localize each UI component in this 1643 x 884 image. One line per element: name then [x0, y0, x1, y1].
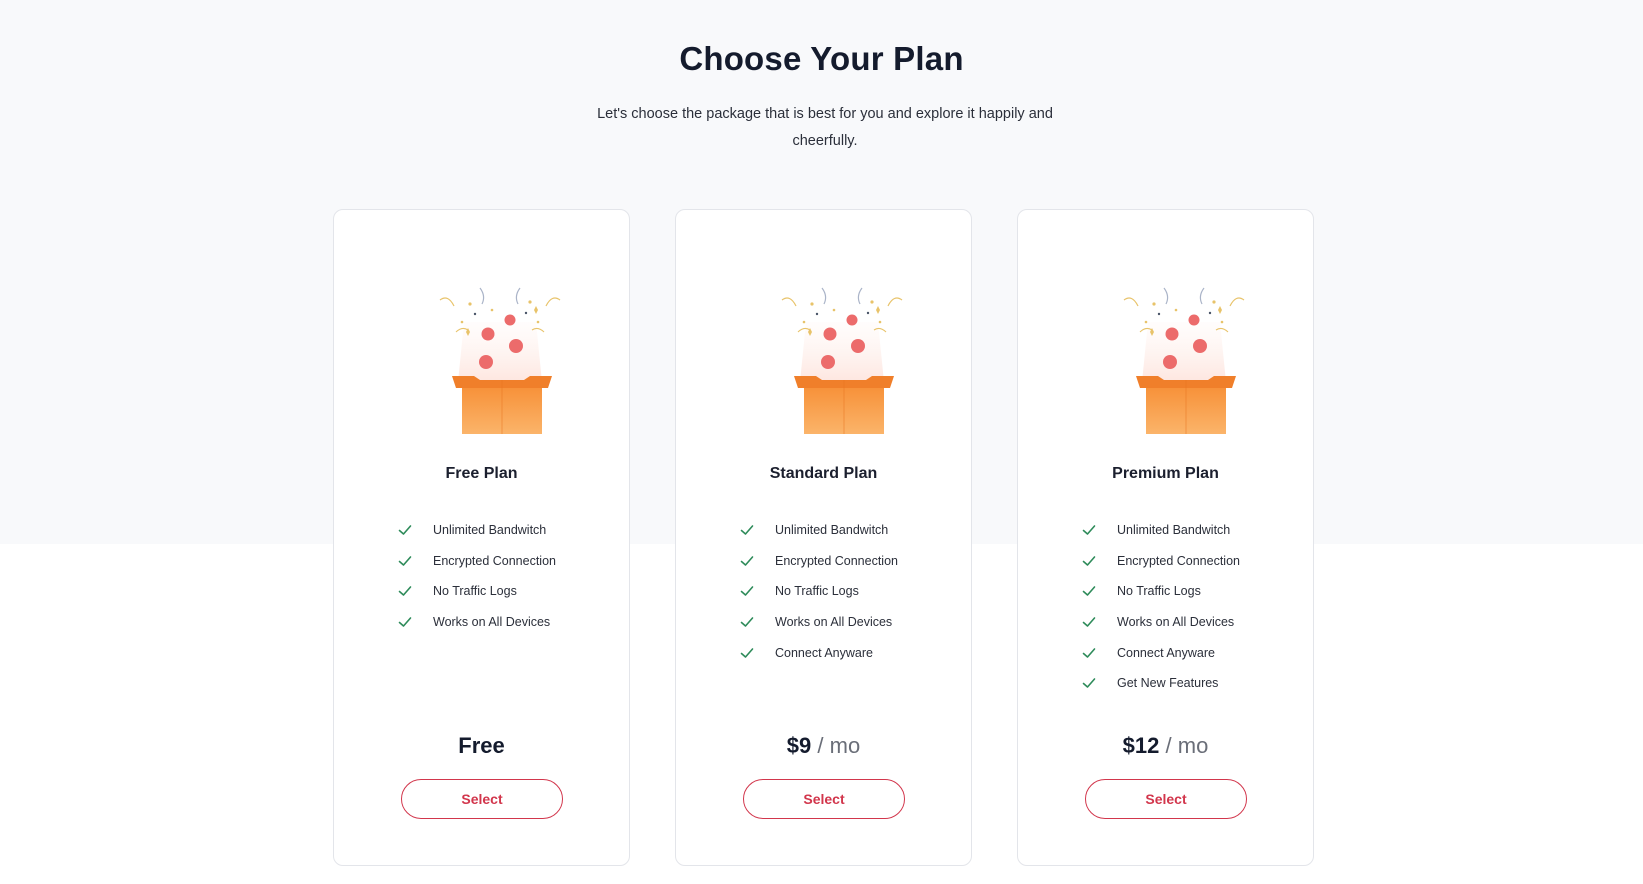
gift-box-celebration-icon: [1114, 282, 1254, 434]
price-amount: $9: [786, 733, 812, 758]
check-icon: [1082, 646, 1096, 660]
feature-item: Connect Anyware: [1082, 637, 1240, 668]
price-amount: Free: [458, 733, 505, 758]
feature-label: Encrypted Connection: [1117, 553, 1240, 568]
plan-price: $9 / mo: [676, 733, 971, 759]
page-title: Choose Your Plan: [679, 40, 964, 77]
plan-name: Standard Plan: [769, 465, 878, 482]
price-amount: $12: [1122, 733, 1160, 758]
feature-label: Works on All Devices: [433, 615, 551, 630]
feature-item: Unlimited Bandwitch: [398, 515, 556, 546]
check-icon: [1082, 676, 1096, 690]
check-icon: [398, 523, 412, 537]
check-icon: [398, 584, 412, 598]
feature-item: Works on All Devices: [740, 607, 898, 638]
feature-item: No Traffic Logs: [1082, 576, 1240, 607]
feature-label: Works on All Devices: [775, 615, 893, 630]
plan-card: Free Plan Unlimited Bandwitch Encrypted …: [333, 209, 630, 866]
feature-label: Works on All Devices: [1117, 615, 1235, 630]
feature-item: Works on All Devices: [398, 607, 556, 638]
feature-list: Unlimited Bandwitch Encrypted Connection…: [398, 515, 556, 637]
check-icon: [1082, 615, 1096, 629]
feature-label: Connect Anyware: [775, 645, 873, 660]
feature-label: No Traffic Logs: [433, 584, 517, 599]
select-plan-button[interactable]: Select: [743, 779, 905, 819]
feature-list: Unlimited Bandwitch Encrypted Connection…: [1082, 515, 1240, 699]
feature-item: No Traffic Logs: [398, 576, 556, 607]
feature-item: Unlimited Bandwitch: [740, 515, 898, 546]
plan-card: Standard Plan Unlimited Bandwitch Encryp…: [675, 209, 972, 866]
feature-label: No Traffic Logs: [1117, 584, 1201, 599]
price-period: / mo: [817, 733, 861, 758]
feature-label: Unlimited Bandwitch: [775, 523, 889, 538]
check-icon: [398, 554, 412, 568]
price-period: / mo: [1165, 733, 1209, 758]
feature-list: Unlimited Bandwitch Encrypted Connection…: [740, 515, 898, 668]
feature-label: Connect Anyware: [1117, 645, 1215, 660]
feature-item: Encrypted Connection: [740, 546, 898, 577]
feature-item: Encrypted Connection: [398, 546, 556, 577]
check-icon: [740, 523, 754, 537]
feature-item: Unlimited Bandwitch: [1082, 515, 1240, 546]
page-subtitle: Let's choose the package that is best fo…: [597, 106, 1053, 149]
check-icon: [398, 615, 412, 629]
check-icon: [1082, 523, 1096, 537]
feature-label: Unlimited Bandwitch: [433, 523, 547, 538]
check-icon: [1082, 554, 1096, 568]
feature-label: Encrypted Connection: [433, 553, 556, 568]
check-icon: [1082, 584, 1096, 598]
select-plan-button[interactable]: Select: [1085, 779, 1247, 819]
check-icon: [740, 554, 754, 568]
plan-price: Free: [334, 733, 629, 759]
feature-label: Unlimited Bandwitch: [1117, 523, 1231, 538]
feature-item: Get New Features: [1082, 668, 1240, 699]
check-icon: [740, 646, 754, 660]
gift-box-celebration-icon: [430, 282, 570, 434]
feature-label: Get New Features: [1117, 676, 1219, 691]
feature-label: Encrypted Connection: [775, 553, 898, 568]
select-plan-button[interactable]: Select: [401, 779, 563, 819]
check-icon: [740, 584, 754, 598]
plan-name: Premium Plan: [1112, 465, 1219, 482]
feature-item: No Traffic Logs: [740, 576, 898, 607]
feature-item: Encrypted Connection: [1082, 546, 1240, 577]
gift-box-celebration-icon: [772, 282, 912, 434]
plan-card: Premium Plan Unlimited Bandwitch Encrypt…: [1017, 209, 1314, 866]
check-icon: [740, 615, 754, 629]
feature-label: No Traffic Logs: [775, 584, 859, 599]
feature-item: Connect Anyware: [740, 637, 898, 668]
plan-name: Free Plan: [445, 465, 518, 482]
feature-item: Works on All Devices: [1082, 607, 1240, 638]
plan-price: $12 / mo: [1018, 733, 1313, 759]
